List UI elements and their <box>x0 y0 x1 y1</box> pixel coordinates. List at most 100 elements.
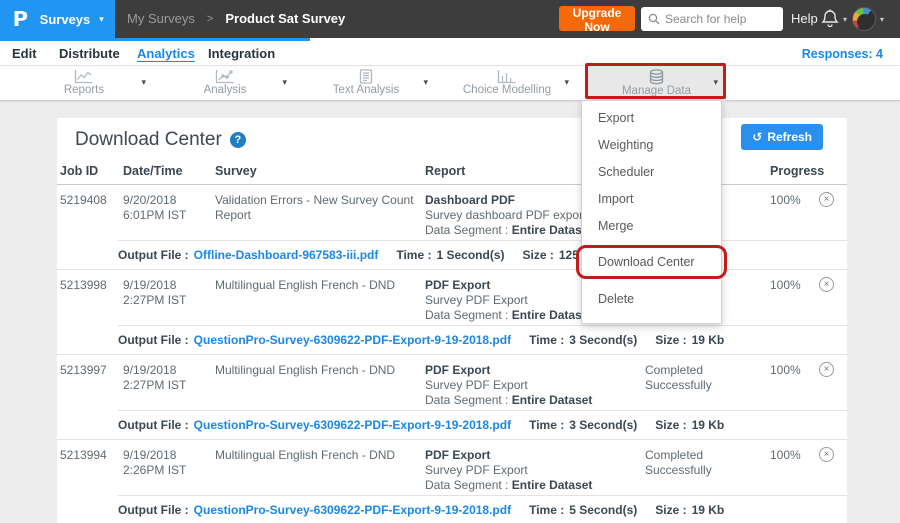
output-file-link[interactable]: Offline-Dashboard-967583-iii.pdf <box>194 248 379 262</box>
output-file-link[interactable]: QuestionPro-Survey-6309622-PDF-Export-9-… <box>194 418 511 432</box>
report-data-segment: Data Segment : Entire Dataset <box>425 223 592 237</box>
job-output-row: Output File : QuestionPro-Survey-6309622… <box>118 410 847 439</box>
job-output-row: Output File : QuestionPro-Survey-6309622… <box>118 325 847 354</box>
help-link[interactable]: Help <box>791 11 818 26</box>
help-question-icon[interactable]: ? <box>230 132 246 148</box>
col-header-datetime: Date/Time <box>123 164 183 178</box>
notifications-bell-icon[interactable] <box>820 8 840 30</box>
job-status: Completed Successfully <box>645 448 735 478</box>
cancel-job-icon[interactable]: × <box>819 362 834 377</box>
download-center-panel: Download Center? ↺Refresh Job ID Date/Ti… <box>57 118 847 523</box>
scatter-chart-icon <box>215 69 235 84</box>
col-header-report: Report <box>425 164 465 178</box>
menu-item-merge[interactable]: Merge <box>582 213 721 240</box>
chevron-down-icon[interactable]: ▾ <box>141 77 146 88</box>
toolbar-label: Text Analysis <box>296 84 436 96</box>
time-value: 1 Second(s) <box>436 248 504 262</box>
job-survey: Multilingual English French - DND <box>215 278 425 293</box>
chevron-down-icon: ▾ <box>99 14 104 25</box>
report-desc: Survey PDF Export <box>425 378 528 392</box>
menu-item-import[interactable]: Import <box>582 186 721 213</box>
chevron-down-icon[interactable]: ▾ <box>282 77 287 88</box>
job-id: 5213998 <box>60 278 107 293</box>
report-type: Dashboard PDF <box>425 193 515 207</box>
table-row: 5213994 9/19/2018 2:26PM IST Multilingua… <box>57 440 847 523</box>
size-label: Size : <box>655 503 686 517</box>
menu-item-weighting[interactable]: Weighting <box>582 132 721 159</box>
job-id: 5213997 <box>60 363 107 378</box>
chevron-down-icon[interactable]: ▾ <box>423 77 428 88</box>
responses-count[interactable]: Responses: 4 <box>802 47 883 61</box>
output-file-link[interactable]: QuestionPro-Survey-6309622-PDF-Export-9-… <box>194 333 511 347</box>
job-progress: 100% <box>770 363 801 378</box>
cancel-job-icon[interactable]: × <box>819 277 834 292</box>
line-chart-icon <box>74 69 94 84</box>
time-label: Time : <box>529 418 564 432</box>
menu-item-scheduler[interactable]: Scheduler <box>582 159 721 186</box>
job-output-row: Output File : Offline-Dashboard-967583-i… <box>118 240 847 269</box>
menu-item-delete[interactable]: Delete <box>582 286 721 313</box>
size-label: Size : <box>655 333 686 347</box>
breadcrumb-separator-icon: > <box>207 13 213 25</box>
table-row: 5213998 9/19/2018 2:27PM IST Multilingua… <box>57 270 847 355</box>
manage-data-dropdown: Export Weighting Scheduler Import Merge … <box>581 100 722 324</box>
job-progress: 100% <box>770 193 801 208</box>
user-avatar[interactable] <box>852 7 876 31</box>
toolbar-choice-modelling[interactable]: Choice Modelling ▾ <box>437 66 577 101</box>
job-survey: Validation Errors - New Survey Count Rep… <box>215 193 425 223</box>
time-label: Time : <box>529 503 564 517</box>
col-header-survey: Survey <box>215 164 257 178</box>
tab-edit[interactable]: Edit <box>12 46 37 61</box>
output-file-link[interactable]: QuestionPro-Survey-6309622-PDF-Export-9-… <box>194 503 511 517</box>
time-value: 3 Second(s) <box>569 333 637 347</box>
chevron-down-icon[interactable]: ▾ <box>564 77 569 88</box>
job-date: 9/19/2018 2:27PM IST <box>123 278 215 308</box>
report-data-segment: Data Segment : Entire Dataset <box>425 478 592 492</box>
active-product-indicator <box>0 38 310 41</box>
breadcrumb-my-surveys[interactable]: My Surveys <box>127 11 195 26</box>
size-value: 19 Kb <box>692 333 725 347</box>
refresh-label: Refresh <box>767 130 812 144</box>
report-desc: Survey PDF Export <box>425 293 528 307</box>
tab-analytics[interactable]: Analytics <box>137 46 195 61</box>
job-date: 9/19/2018 2:27PM IST <box>123 363 215 393</box>
job-date: 9/20/2018 6:01PM IST <box>123 193 215 223</box>
toolbar-text-analysis[interactable]: Text Analysis ▾ <box>296 66 436 101</box>
output-file-label: Output File : <box>118 418 189 432</box>
toolbar-reports[interactable]: Reports ▾ <box>14 66 154 101</box>
job-progress: 100% <box>770 278 801 293</box>
account-caret-icon[interactable]: ▾ <box>880 15 884 24</box>
help-search-box[interactable] <box>641 7 783 31</box>
toolbar-label: Manage Data <box>587 85 726 97</box>
menu-item-download-center[interactable]: Download Center <box>582 249 721 276</box>
job-output-row: Output File : QuestionPro-Survey-6309622… <box>118 495 847 523</box>
table-row: 5213997 9/19/2018 2:27PM IST Multilingua… <box>57 355 847 440</box>
page-title: Download Center? <box>75 129 246 151</box>
toolbar-label: Analysis <box>155 84 295 96</box>
tab-integration[interactable]: Integration <box>208 46 275 61</box>
job-report: PDF Export Survey PDF Export Data Segmen… <box>425 363 615 408</box>
toolbar-analysis[interactable]: Analysis ▾ <box>155 66 295 101</box>
notifications-caret-icon[interactable]: ▾ <box>843 15 847 24</box>
size-label: Size : <box>655 418 686 432</box>
job-survey: Multilingual English French - DND <box>215 448 425 463</box>
tab-distribute[interactable]: Distribute <box>59 46 120 61</box>
menu-item-export[interactable]: Export <box>582 105 721 132</box>
job-date: 9/19/2018 2:26PM IST <box>123 448 215 478</box>
report-type: PDF Export <box>425 278 490 292</box>
toolbar-manage-data[interactable]: Manage Data ▾ <box>587 66 726 101</box>
cancel-job-icon[interactable]: × <box>819 192 834 207</box>
survey-nav-row: Edit Distribute Analytics Integration Re… <box>0 38 900 66</box>
search-input[interactable] <box>665 12 776 26</box>
chevron-down-icon[interactable]: ▾ <box>713 77 718 88</box>
size-value: 19 Kb <box>692 418 725 432</box>
col-header-progress: Progress <box>770 164 824 178</box>
refresh-icon: ↺ <box>752 130 762 144</box>
bar-chart-icon <box>497 69 517 84</box>
jobs-table-body: 5219408 9/20/2018 6:01PM IST Validation … <box>57 185 847 523</box>
refresh-button[interactable]: ↺ Refresh <box>741 124 823 150</box>
upgrade-now-button[interactable]: Upgrade Now <box>559 6 635 31</box>
page-title-text: Download Center <box>75 129 222 150</box>
surveys-app-switcher[interactable]: P Surveys ▾ <box>0 0 115 38</box>
cancel-job-icon[interactable]: × <box>819 447 834 462</box>
